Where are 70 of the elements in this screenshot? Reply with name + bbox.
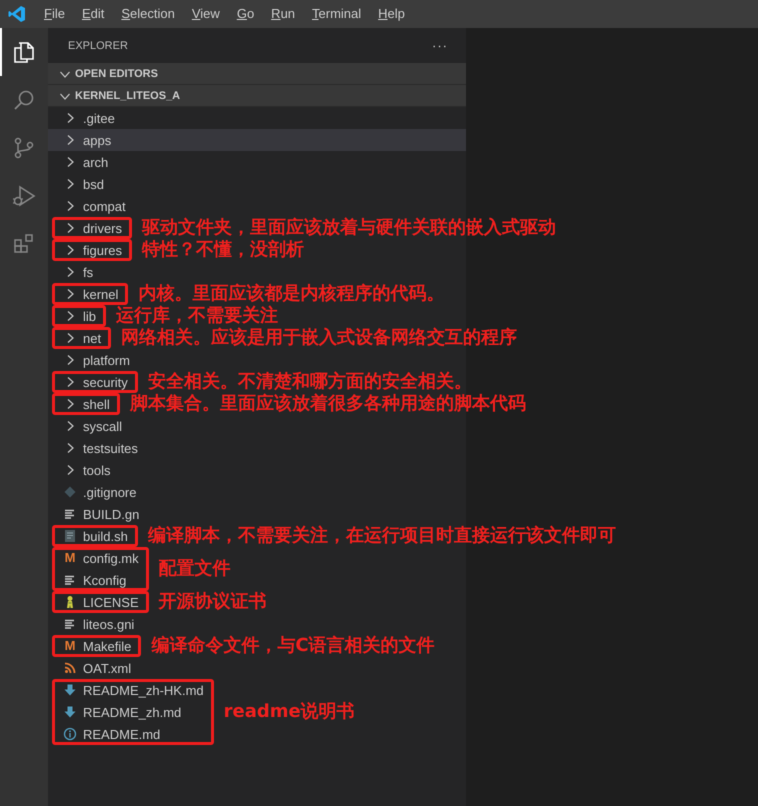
tree-row[interactable]: platform — [48, 349, 466, 371]
menu-item[interactable]: File — [35, 0, 73, 28]
m-icon: M — [63, 639, 77, 653]
menu-item[interactable]: View — [182, 0, 228, 28]
annotation-note: 编译命令文件，与C语言相关的文件 — [151, 635, 435, 657]
diamond-icon — [63, 485, 77, 499]
tree-row[interactable]: syscall — [48, 415, 466, 437]
section-header[interactable]: OPEN EDITORS — [48, 63, 466, 85]
tree-row[interactable]: shell — [52, 393, 120, 415]
annotation-note: 网络相关。应该是用于嵌入式设备网络交互的程序 — [121, 327, 518, 349]
more-actions-button[interactable]: ··· — [432, 38, 448, 53]
tree-row[interactable]: build.sh — [52, 525, 138, 547]
tree-row[interactable]: net — [52, 327, 112, 349]
menu-item[interactable]: Terminal — [303, 0, 370, 28]
tree-row[interactable]: README.md — [52, 723, 214, 745]
app-logo — [8, 5, 26, 23]
tree-row[interactable]: security — [52, 371, 138, 393]
tree-row[interactable]: BUILD.gn — [48, 503, 466, 525]
tree-row[interactable]: kernel — [52, 283, 128, 305]
annotation-note: 开源协议证书 — [158, 591, 267, 613]
blocks-icon — [12, 232, 36, 256]
tree-row[interactable]: liteos.gni — [48, 613, 466, 635]
tree-row[interactable]: tools — [48, 459, 466, 481]
annotation-note: 脚本集合。里面应该放着很多各种用途的脚本代码 — [130, 393, 526, 415]
m-icon: M — [63, 551, 77, 565]
panel-title: EXPLORER — [68, 40, 128, 52]
arrow-down-icon — [63, 705, 77, 719]
menu-item[interactable]: Edit — [72, 0, 112, 28]
tree-row[interactable]: .gitignore — [48, 481, 466, 503]
files-icon — [12, 40, 36, 64]
section-header[interactable]: KERNEL_LITEOS_A — [48, 85, 466, 107]
lines-icon — [63, 507, 77, 521]
annotation-note: 运行库，不需要关注 — [116, 305, 278, 327]
document-icon — [63, 529, 77, 543]
info-icon — [63, 727, 77, 741]
tree-row[interactable]: README_zh.md — [52, 701, 214, 723]
tree-row[interactable]: M Makefile — [52, 635, 142, 657]
tree-row[interactable]: arch — [48, 151, 466, 173]
tree-row[interactable]: fs — [48, 261, 466, 283]
tree-row[interactable]: Kconfig — [52, 569, 149, 591]
lines-icon — [63, 617, 77, 631]
debug-icon — [12, 184, 36, 208]
annotation-note: 特性？不懂，没剖析 — [142, 239, 304, 261]
tree-row[interactable]: lib — [52, 305, 106, 327]
tree-row[interactable]: LICENSE — [52, 591, 149, 613]
menu-item[interactable]: Selection — [112, 0, 183, 28]
tree-row[interactable]: bsd — [48, 173, 466, 195]
tree-row[interactable]: .gitee — [48, 107, 466, 129]
tree-row[interactable]: M config.mk — [52, 547, 149, 569]
menu-item[interactable]: Help — [369, 0, 413, 28]
tree-row[interactable]: drivers — [52, 217, 132, 239]
menu-item[interactable]: Run — [262, 0, 304, 28]
lines-icon — [63, 573, 77, 587]
tree-row[interactable]: figures — [52, 239, 132, 261]
annotation-note: 驱动文件夹，里面应该放着与硬件关联的嵌入式驱动 — [142, 217, 556, 239]
tree-row[interactable]: OAT.xml — [48, 657, 466, 679]
search-icon — [12, 88, 36, 112]
arrow-down-icon — [63, 683, 77, 697]
branch-icon — [12, 136, 36, 160]
tree-row[interactable]: README_zh-HK.md — [52, 679, 214, 701]
annotation-note: 内核。里面应该都是内核程序的代码。 — [138, 283, 444, 305]
tree-row[interactable]: apps — [48, 129, 466, 151]
annotation-note: 配置文件 — [158, 558, 231, 580]
annotation-note: readme说明书 — [224, 701, 355, 723]
annotation-note: 安全相关。不清楚和哪方面的安全相关。 — [148, 371, 472, 393]
menu-item[interactable]: Go — [228, 0, 262, 28]
annotation-note: 编译脚本，不需要关注，在运行项目时直接运行该文件即可 — [148, 525, 616, 547]
tree-row[interactable]: testsuites — [48, 437, 466, 459]
tree-row[interactable]: compat — [48, 195, 466, 217]
rss-icon — [63, 661, 77, 675]
